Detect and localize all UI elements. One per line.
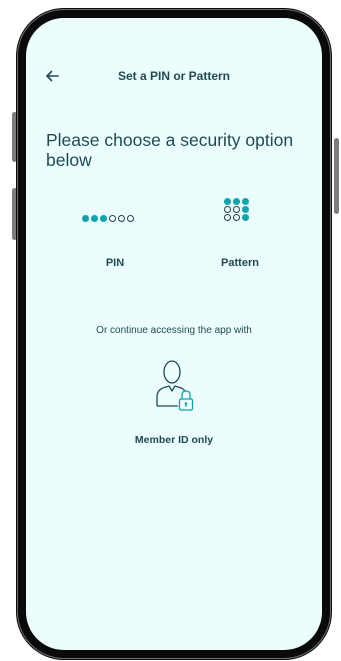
pin-dot <box>118 215 125 222</box>
pattern-option[interactable]: Pattern <box>204 190 276 282</box>
pattern-grid-icon <box>224 198 250 221</box>
pattern-dot <box>224 198 231 205</box>
member-id-label: Member ID only <box>134 434 214 446</box>
pin-dot <box>109 215 116 222</box>
pattern-dot <box>224 206 231 213</box>
pattern-dot <box>242 214 249 221</box>
pattern-dot <box>233 214 240 221</box>
page-title: Set a PIN or Pattern <box>117 69 231 83</box>
pin-dot <box>82 215 89 222</box>
member-id-option[interactable]: Member ID only <box>126 360 222 452</box>
pin-dots-icon <box>82 215 134 222</box>
continue-text: Or continue accessing the app with <box>96 325 252 336</box>
phone-frame: Set a PIN or Pattern Please choose a sec… <box>16 8 332 660</box>
header-bar: Set a PIN or Pattern <box>26 66 322 88</box>
pin-option[interactable]: PIN <box>71 196 159 282</box>
phone-side-button-3 <box>334 138 339 214</box>
pattern-label: Pattern <box>221 257 259 269</box>
security-heading: Please choose a security option below <box>46 130 294 170</box>
pin-dot <box>91 215 98 222</box>
pin-dot <box>127 215 134 222</box>
pin-dot <box>100 215 107 222</box>
app-screen: Set a PIN or Pattern Please choose a sec… <box>26 18 322 650</box>
user-lock-icon <box>154 360 198 416</box>
pattern-dot <box>233 198 240 205</box>
pattern-dot <box>224 214 231 221</box>
pattern-dot <box>242 206 249 213</box>
pin-label: PIN <box>105 257 125 269</box>
pattern-dot <box>242 198 249 205</box>
pattern-dot <box>233 206 240 213</box>
